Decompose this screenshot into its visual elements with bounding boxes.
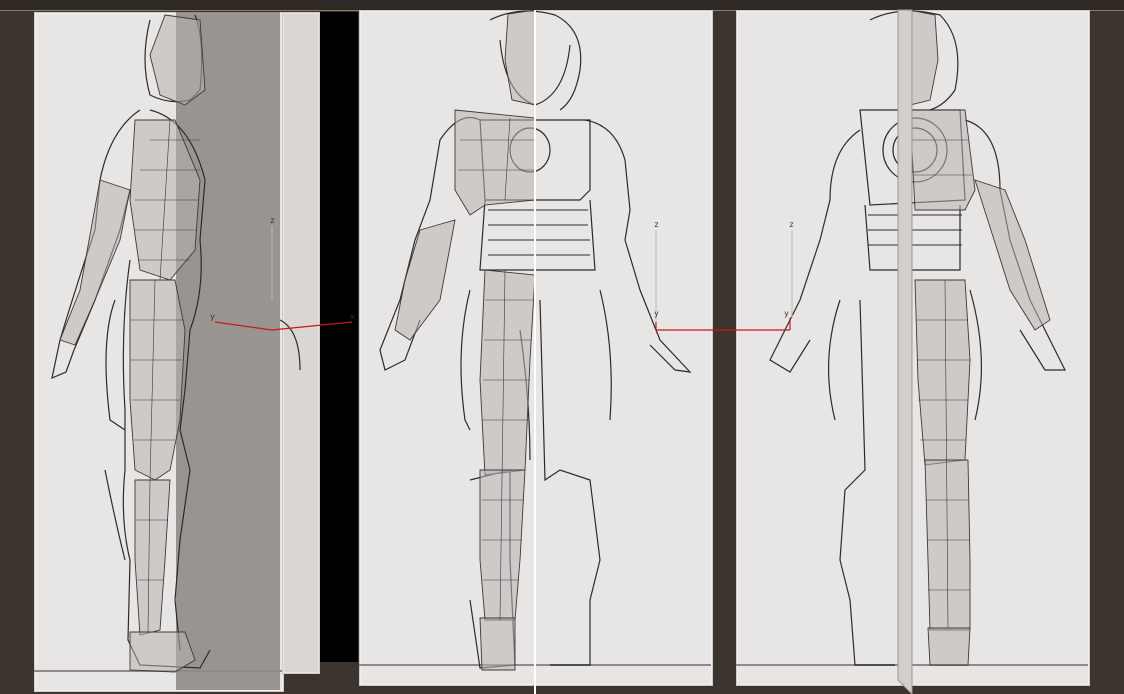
axis-z-label-left: z (270, 216, 275, 225)
scene-overlay (51, 9, 1066, 694)
axis-y-label-right: y (654, 309, 659, 318)
back-belt (868, 214, 962, 246)
axis-z-label-back: z (789, 220, 794, 229)
axis-gizmo-left (214, 321, 353, 331)
front-belt (488, 209, 590, 256)
axis-y-label-left: y (210, 312, 215, 321)
back-plane-edge (897, 9, 913, 694)
3d-viewport[interactable]: z y x z y y z (0, 0, 1124, 694)
axis-x-label-left: x (350, 312, 355, 321)
axis-x-label-right: y (784, 309, 789, 318)
axis-z-label-right: z (654, 220, 659, 229)
side-mesh (59, 14, 206, 673)
axis-gizmo-right (655, 318, 791, 331)
